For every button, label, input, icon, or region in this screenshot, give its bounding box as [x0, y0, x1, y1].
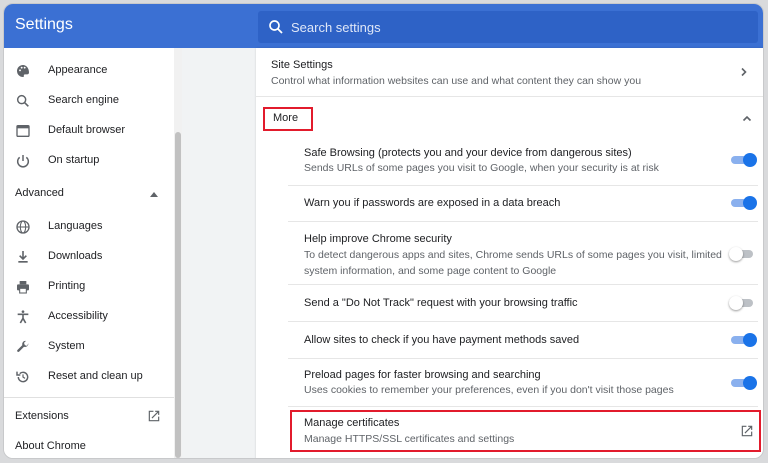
manage-certificates-row[interactable]: Manage certificates Manage HTTPS/SSL cer… [256, 407, 763, 457]
sidebar-item-default-browser[interactable]: Default browser [4, 116, 174, 146]
sidebar-item-label: System [48, 340, 85, 352]
site-settings-title: Site Settings [271, 59, 333, 71]
setting-title: Warn you if passwords are exposed in a d… [304, 197, 561, 209]
setting-desc: Sends URLs of some pages you visit to Go… [304, 162, 659, 174]
advanced-section-header[interactable]: Advanced [15, 187, 64, 199]
site-settings-desc: Control what information websites can us… [271, 75, 642, 87]
printer-icon [17, 281, 29, 294]
setting-desc: Uses cookies to remember your preference… [304, 384, 674, 396]
power-icon [17, 155, 29, 168]
accessibility-icon [17, 310, 29, 324]
search-box[interactable] [258, 11, 758, 43]
payment-methods-toggle[interactable] [731, 333, 757, 347]
setting-desc: To detect dangerous apps and sites, Chro… [304, 249, 722, 261]
sidebar-item-label: Accessibility [48, 310, 108, 322]
wrench-icon [17, 340, 29, 353]
sidebar-divider [4, 397, 174, 398]
chevron-up-icon [742, 115, 752, 122]
setting-title: Send a "Do Not Track" request with your … [304, 297, 578, 309]
setting-title: Preload pages for faster browsing and se… [304, 369, 541, 381]
safe-browsing-toggle[interactable] [731, 153, 757, 167]
restore-icon [16, 371, 29, 383]
sidebar-item-label: Downloads [48, 250, 103, 262]
search-icon [269, 20, 283, 34]
browser-icon [16, 125, 30, 137]
setting-desc-line2: system information, and some page conten… [304, 265, 557, 277]
page-title: Settings [15, 16, 73, 33]
payment-methods-row: Allow sites to check if you have payment… [256, 322, 763, 358]
search-input[interactable] [291, 17, 731, 37]
improve-security-row: Help improve Chrome security To detect d… [256, 222, 763, 284]
sidebar-item-search-engine[interactable]: Search engine [4, 86, 174, 116]
more-section-header[interactable]: More [256, 98, 763, 136]
settings-card: Site Settings Control what information w… [256, 48, 763, 458]
safe-browsing-row: Safe Browsing (protects you and your dev… [256, 138, 763, 184]
sidebar-item-reset[interactable]: Reset and clean up [4, 362, 174, 392]
do-not-track-toggle[interactable] [729, 296, 755, 310]
search-icon [16, 94, 29, 107]
open-in-new-icon[interactable] [147, 409, 161, 423]
sidebar-item-label: Search engine [48, 94, 119, 106]
row-divider [256, 96, 763, 97]
sidebar-item-downloads[interactable]: Downloads [4, 242, 174, 272]
setting-title: Safe Browsing (protects you and your dev… [304, 147, 632, 159]
sidebar-item-appearance[interactable]: Appearance [4, 56, 174, 86]
password-breach-row: Warn you if passwords are exposed in a d… [256, 186, 763, 220]
sidebar-item-system[interactable]: System [4, 332, 174, 362]
do-not-track-row: Send a "Do Not Track" request with your … [256, 285, 763, 321]
improve-security-toggle[interactable] [729, 247, 755, 261]
sidebar-scrollbar-thumb[interactable] [175, 132, 181, 458]
download-icon [18, 251, 28, 263]
sidebar-item-languages[interactable]: Languages [4, 212, 174, 242]
sidebar-item-on-startup[interactable]: On startup [4, 146, 174, 176]
sidebar-item-extensions[interactable]: Extensions [15, 410, 69, 422]
more-label: More [273, 112, 299, 124]
chevron-right-icon [741, 67, 747, 77]
sidebar-item-accessibility[interactable]: Accessibility [4, 302, 174, 332]
setting-title: Manage certificates [304, 417, 400, 429]
globe-icon [16, 220, 30, 234]
preload-pages-toggle[interactable] [731, 376, 757, 390]
caret-up-icon[interactable] [150, 192, 158, 197]
sidebar-item-about-chrome[interactable]: About Chrome [15, 440, 86, 452]
sidebar-item-label: Default browser [48, 124, 126, 136]
sidebar-item-label: Languages [48, 220, 103, 232]
sidebar-item-label: On startup [48, 154, 100, 166]
palette-icon [17, 65, 29, 77]
sidebar-item-label: Appearance [48, 64, 108, 76]
site-settings-row[interactable]: Site Settings Control what information w… [256, 48, 763, 96]
password-breach-toggle[interactable] [731, 196, 757, 210]
setting-desc: Manage HTTPS/SSL certificates and settin… [304, 433, 515, 445]
setting-title: Allow sites to check if you have payment… [304, 334, 580, 346]
sidebar-item-printing[interactable]: Printing [4, 272, 174, 302]
sidebar-item-label: Printing [48, 280, 86, 292]
preload-pages-row: Preload pages for faster browsing and se… [256, 359, 763, 405]
settings-window: Settings Appearance Search engine Defaul… [3, 3, 764, 459]
open-in-new-icon[interactable] [740, 424, 754, 438]
sidebar-item-label: Reset and clean up [48, 370, 143, 382]
setting-title: Help improve Chrome security [304, 233, 452, 245]
top-bar: Settings [4, 4, 763, 48]
